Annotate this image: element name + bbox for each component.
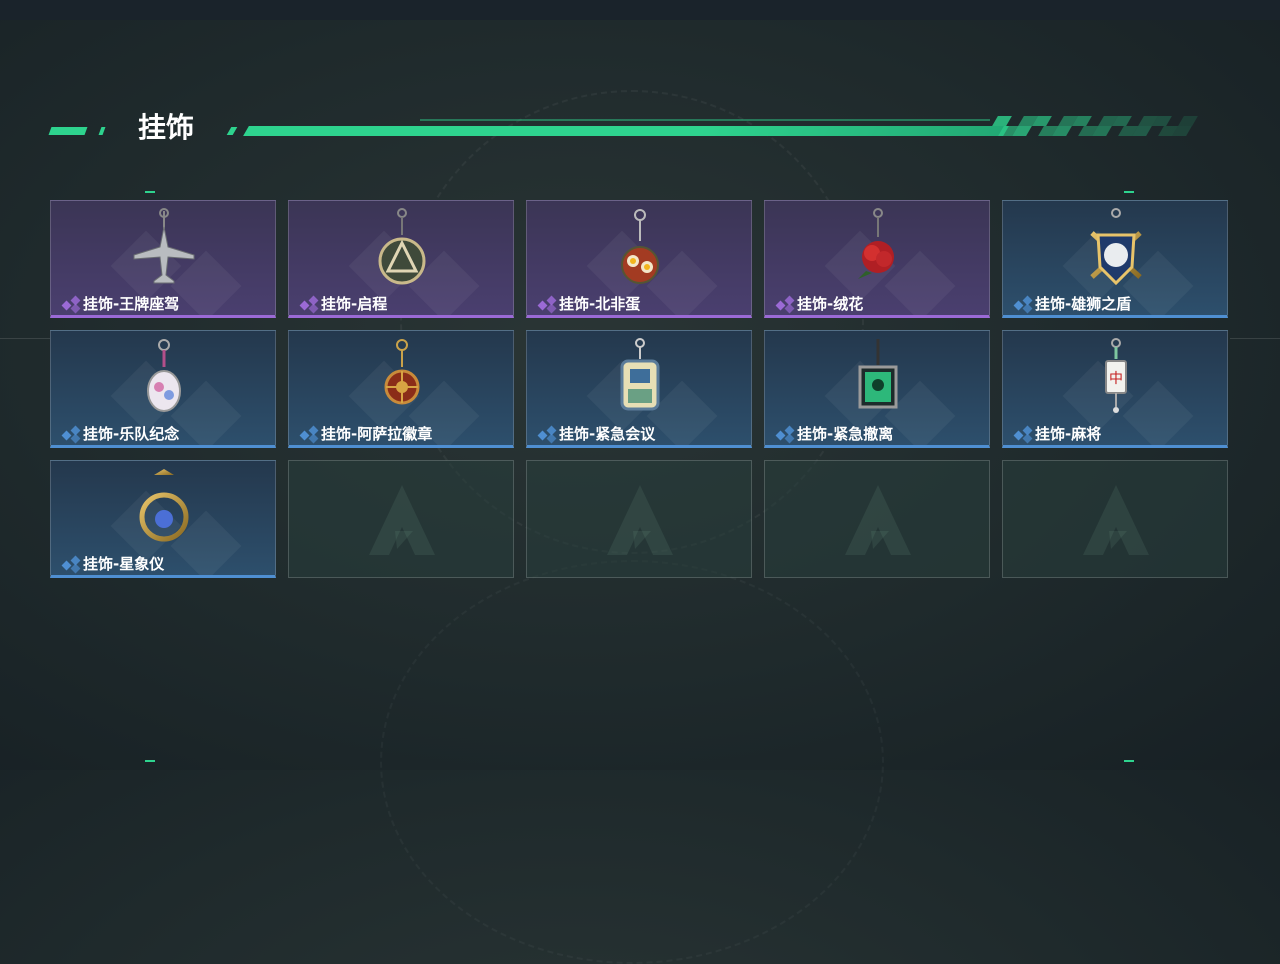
rarity-diamond-icon (537, 424, 559, 444)
charm-card[interactable]: 中挂饰-麻将 (1002, 330, 1228, 448)
header-accent (98, 127, 106, 135)
header-progress-bar (243, 126, 1009, 136)
empty-slot (288, 460, 514, 578)
shakshuka-charm-icon (621, 209, 659, 284)
charm-card[interactable]: 挂饰-阿萨拉徽章 (288, 330, 514, 448)
rarity-diamond-icon (299, 424, 321, 444)
empty-slot (1002, 460, 1228, 578)
header-checker-stripes (992, 116, 1205, 136)
charm-name: 挂饰-北非蛋 (559, 295, 641, 313)
charm-name: 挂饰-绒花 (797, 295, 864, 313)
top-bar (0, 0, 1280, 20)
rarity-diamond-icon (61, 294, 83, 314)
charm-card[interactable]: 挂饰-绒花 (764, 200, 990, 318)
evacuation-charm-icon (858, 339, 898, 409)
section-title: 挂饰 (138, 111, 195, 144)
band-badge-charm-icon (147, 339, 181, 412)
rarity-diamond-icon (61, 424, 83, 444)
rarity-diamond-icon (1013, 424, 1035, 444)
placeholder-logo-icon (369, 485, 435, 555)
asala-badge-charm-icon (384, 339, 420, 405)
corner-tick (1124, 191, 1134, 193)
empty-slot (764, 460, 990, 578)
background-ring-lower (380, 560, 884, 964)
charm-name: 挂饰-麻将 (1035, 425, 1102, 443)
rarity-diamond-icon (775, 294, 797, 314)
lion-shield-charm-icon (1090, 208, 1142, 286)
rarity-diamond-icon (775, 424, 797, 444)
header-accent (226, 127, 238, 135)
charm-card[interactable]: 挂饰-乐队纪念 (50, 330, 276, 448)
charm-card[interactable]: 挂饰-北非蛋 (526, 200, 752, 318)
charm-card[interactable]: 挂饰-紧急会议 (526, 330, 752, 448)
charm-name: 挂饰-乐队纪念 (83, 425, 180, 443)
charm-name: 挂饰-星象仪 (83, 555, 165, 573)
charm-card[interactable]: 挂饰-雄狮之盾 (1002, 200, 1228, 318)
astrolabe-charm-icon (139, 469, 189, 542)
left-divider (0, 338, 50, 339)
charm-name: 挂饰-阿萨拉徽章 (321, 425, 433, 443)
red-flower-charm-icon (858, 208, 894, 279)
charm-name: 挂饰-王牌座驾 (83, 295, 180, 313)
rarity-diamond-icon (61, 554, 83, 574)
rarity-diamond-icon (299, 294, 321, 314)
charm-card[interactable]: 挂饰-紧急撤离 (764, 330, 990, 448)
corner-tick (1124, 760, 1134, 762)
charm-card[interactable]: 挂饰-星象仪 (50, 460, 276, 578)
empty-slot (526, 460, 752, 578)
charm-card[interactable]: 挂饰-王牌座驾 (50, 200, 276, 318)
corner-tick (145, 760, 155, 762)
meeting-charm-icon (620, 338, 660, 411)
header-accent (48, 127, 88, 135)
charm-name: 挂饰-雄狮之盾 (1035, 295, 1132, 313)
charm-grid: 挂饰-王牌座驾 挂饰-启程 挂饰-北非蛋 挂饰-绒花 挂饰-雄狮之盾 挂饰-乐队纪念 挂饰-… (50, 200, 1230, 580)
header-thin-line (420, 119, 990, 121)
charm-card[interactable]: 挂饰-启程 (288, 200, 514, 318)
charm-name: 挂饰-紧急撤离 (797, 425, 894, 443)
mahjong-charm-icon: 中 (1105, 338, 1127, 413)
placeholder-logo-icon (845, 485, 911, 555)
svg-text:中: 中 (1109, 371, 1123, 387)
right-divider (1230, 338, 1280, 339)
checker-stripe (992, 116, 1012, 126)
rarity-diamond-icon (1013, 294, 1035, 314)
charm-name: 挂饰-启程 (321, 295, 388, 313)
plane-charm-icon (133, 208, 195, 284)
corner-tick (145, 191, 155, 193)
rarity-diamond-icon (537, 294, 559, 314)
placeholder-logo-icon (1083, 485, 1149, 555)
medallion-charm-icon (378, 208, 426, 285)
checker-stripe (1178, 116, 1198, 126)
placeholder-logo-icon (607, 485, 673, 555)
charm-name: 挂饰-紧急会议 (559, 425, 656, 443)
